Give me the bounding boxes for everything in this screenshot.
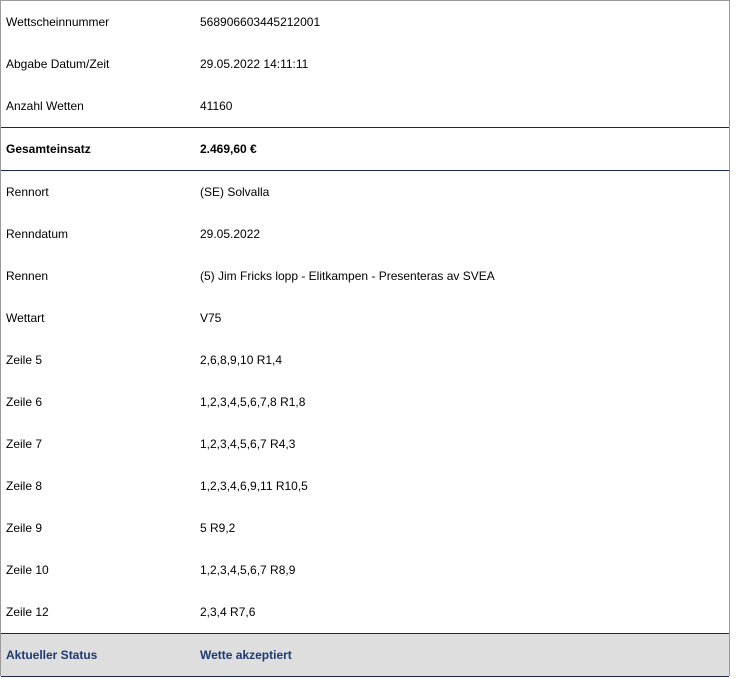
status-row: Aktueller Status Wette akzeptiert (1, 633, 729, 677)
ticket-number-value: 568906603445212001 (200, 15, 321, 29)
status-value: Wette akzeptiert (200, 648, 292, 662)
race-label: Rennen (6, 269, 49, 283)
race-date-label: Renndatum (6, 227, 69, 241)
bet-count-label: Anzahl Wetten (6, 99, 84, 113)
ticket-number-label: Wettscheinnummer (6, 15, 110, 29)
submission-datetime-label: Abgabe Datum/Zeit (6, 57, 110, 71)
selection-line-label: Zeile 6 (6, 395, 43, 409)
bet-type-label: Wettart (6, 311, 45, 325)
selection-line-label: Zeile 9 (6, 521, 43, 535)
selection-line-value: 1,2,3,4,6,9,11 R10,5 (200, 479, 308, 493)
total-stake-value: 2.469,60 € (200, 142, 257, 156)
ticket-number-row: Wettscheinnummer 568906603445212001 (1, 1, 729, 43)
selection-line-row: Zeile 9 5 R9,2 (1, 507, 729, 549)
bet-ticket-details: Wettscheinnummer 568906603445212001 Abga… (0, 0, 730, 677)
bet-count-value: 41160 (200, 99, 233, 113)
race-row: Rennen (5) Jim Fricks lopp - Elitkampen … (1, 255, 729, 297)
bet-type-value: V75 (200, 311, 222, 325)
selection-line-label: Zeile 5 (6, 353, 43, 367)
selection-line-row: Zeile 10 1,2,3,4,5,6,7 R8,9 (1, 549, 729, 591)
selection-line-value: 2,6,8,9,10 R1,4 (200, 353, 283, 367)
selection-line-label: Zeile 12 (6, 605, 49, 619)
selection-line-row: Zeile 7 1,2,3,4,5,6,7 R4,3 (1, 423, 729, 465)
selection-line-row: Zeile 12 2,3,4 R7,6 (1, 591, 729, 633)
selection-line-value: 1,2,3,4,5,6,7,8 R1,8 (200, 395, 306, 409)
selection-line-label: Zeile 10 (6, 563, 49, 577)
submission-datetime-row: Abgabe Datum/Zeit 29.05.2022 14:11:11 (1, 43, 729, 85)
race-value: (5) Jim Fricks lopp - Elitkampen - Prese… (200, 269, 495, 283)
status-label: Aktueller Status (6, 648, 98, 662)
selection-line-label: Zeile 7 (6, 437, 43, 451)
selection-line-value: 5 R9,2 (200, 521, 236, 535)
bet-count-row: Anzahl Wetten 41160 (1, 85, 729, 127)
submission-datetime-value: 29.05.2022 14:11:11 (200, 57, 309, 71)
selection-line-row: Zeile 6 1,2,3,4,5,6,7,8 R1,8 (1, 381, 729, 423)
total-stake-label: Gesamteinsatz (6, 142, 91, 156)
selection-line-value: 2,3,4 R7,6 (200, 605, 256, 619)
race-venue-label: Rennort (6, 185, 49, 199)
selection-line-value: 1,2,3,4,5,6,7 R8,9 (200, 563, 296, 577)
race-venue-value: (SE) Solvalla (200, 185, 270, 199)
race-venue-row: Rennort (SE) Solvalla (1, 171, 729, 213)
race-date-row: Renndatum 29.05.2022 (1, 213, 729, 255)
selection-line-value: 1,2,3,4,5,6,7 R4,3 (200, 437, 296, 451)
total-stake-row: Gesamteinsatz 2.469,60 € (1, 127, 729, 171)
race-date-value: 29.05.2022 (200, 227, 261, 241)
selection-line-row: Zeile 8 1,2,3,4,6,9,11 R10,5 (1, 465, 729, 507)
bet-type-row: Wettart V75 (1, 297, 729, 339)
selection-line-row: Zeile 5 2,6,8,9,10 R1,4 (1, 339, 729, 381)
selection-line-label: Zeile 8 (6, 479, 43, 493)
